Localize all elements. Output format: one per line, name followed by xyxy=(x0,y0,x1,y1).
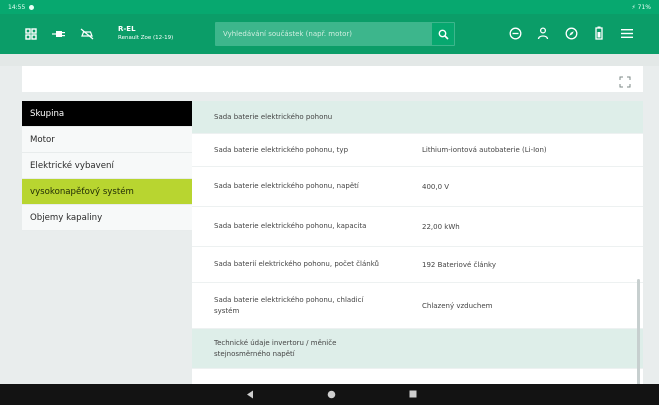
minus-circle-icon[interactable] xyxy=(508,26,522,40)
expand-icon[interactable] xyxy=(619,73,631,88)
sidebar-item-label: Motor xyxy=(30,134,55,145)
menu-icon[interactable] xyxy=(620,26,634,40)
table-row: Sada baterie elektrického pohonu, napětí… xyxy=(192,167,643,207)
vehicle-info[interactable]: R-EL Renault Zoe (12-19) xyxy=(118,25,173,43)
back-icon[interactable] xyxy=(246,390,254,399)
content-subheader xyxy=(22,66,643,92)
sidebar-item-fluid-capacities[interactable]: Objemy kapaliny xyxy=(22,205,192,231)
section-header: Sada baterie elektrického pohonu xyxy=(192,101,643,134)
battery-icon[interactable] xyxy=(592,26,606,40)
status-time: 14:55 xyxy=(8,3,26,11)
recents-icon[interactable] xyxy=(409,390,417,398)
row-value: 22,00 kWh xyxy=(422,222,460,231)
row-value: Lithium-iontová autobaterie (Li-Ion) xyxy=(422,146,547,154)
table-row: Sada baterie elektrického pohonu, kapaci… xyxy=(192,207,643,247)
row-value: 192 Bateriové články xyxy=(422,260,496,269)
grid-icon[interactable] xyxy=(24,27,38,41)
table-row: Sada baterie elektrického pohonu, chladi… xyxy=(192,283,643,329)
car-off-icon[interactable] xyxy=(80,27,94,41)
sidebar-item-electrical[interactable]: Elektrické vybavení xyxy=(22,153,192,179)
row-label: Sada baterií elektrického pohonu, počet … xyxy=(214,260,379,268)
section-title: Sada baterie elektrického pohonu xyxy=(214,113,333,121)
status-bar: 14:55 ⚡ 71% xyxy=(0,0,659,14)
search-button[interactable] xyxy=(432,23,454,45)
row-label: Sada baterie elektrického pohonu, chladi… xyxy=(214,295,364,315)
compass-icon[interactable] xyxy=(564,26,578,40)
sidebar-item-high-voltage[interactable]: vysokonapěťový systém xyxy=(22,179,192,205)
notification-dot-icon xyxy=(29,4,35,10)
system-nav-bar xyxy=(0,384,659,405)
row-label: Sada baterie elektrického pohonu, kapaci… xyxy=(214,222,367,230)
spec-table: Sada baterie elektrického pohonu Sada ba… xyxy=(192,101,643,384)
table-row: Sada baterií elektrického pohonu, počet … xyxy=(192,247,643,283)
toolbar-strip xyxy=(0,54,659,66)
vehicle-code: R-EL xyxy=(118,25,136,33)
table-row: Sada baterie elektrického pohonu, typ Li… xyxy=(192,134,643,167)
app-bar: R-EL Renault Zoe (12-19) xyxy=(0,14,659,54)
plug-icon[interactable] xyxy=(52,27,66,41)
search-box xyxy=(215,22,455,46)
scrollbar[interactable] xyxy=(637,279,640,384)
sidebar-item-label: Objemy kapaliny xyxy=(30,212,103,223)
vehicle-model: Renault Zoe (12-19) xyxy=(118,35,174,41)
search-icon xyxy=(438,29,449,40)
person-icon[interactable] xyxy=(536,26,550,40)
row-label: Sada baterie elektrického pohonu, napětí xyxy=(214,182,359,190)
row-label: Sada baterie elektrického pohonu, typ xyxy=(214,145,349,154)
row-value: Chlazený vzduchem xyxy=(422,301,493,310)
sidebar-item-label: Skupina xyxy=(30,108,65,119)
sidebar-item-engine[interactable]: Motor xyxy=(22,127,192,153)
section-title: Technické údaje invertoru / měniče stejn… xyxy=(214,338,337,358)
status-indicators: ⚡ 71% xyxy=(631,3,651,11)
sidebar: Skupina Motor Elektrické vybavení vysoko… xyxy=(22,101,192,231)
sidebar-item-group[interactable]: Skupina xyxy=(22,101,192,127)
section-header: Technické údaje invertoru / měniče stejn… xyxy=(192,329,643,369)
sidebar-item-label: Elektrické vybavení xyxy=(30,160,114,171)
sidebar-item-label: vysokonapěťový systém xyxy=(30,186,134,197)
home-icon[interactable] xyxy=(327,390,336,399)
search-input[interactable] xyxy=(215,22,432,46)
row-value: 400,0 V xyxy=(422,182,450,191)
